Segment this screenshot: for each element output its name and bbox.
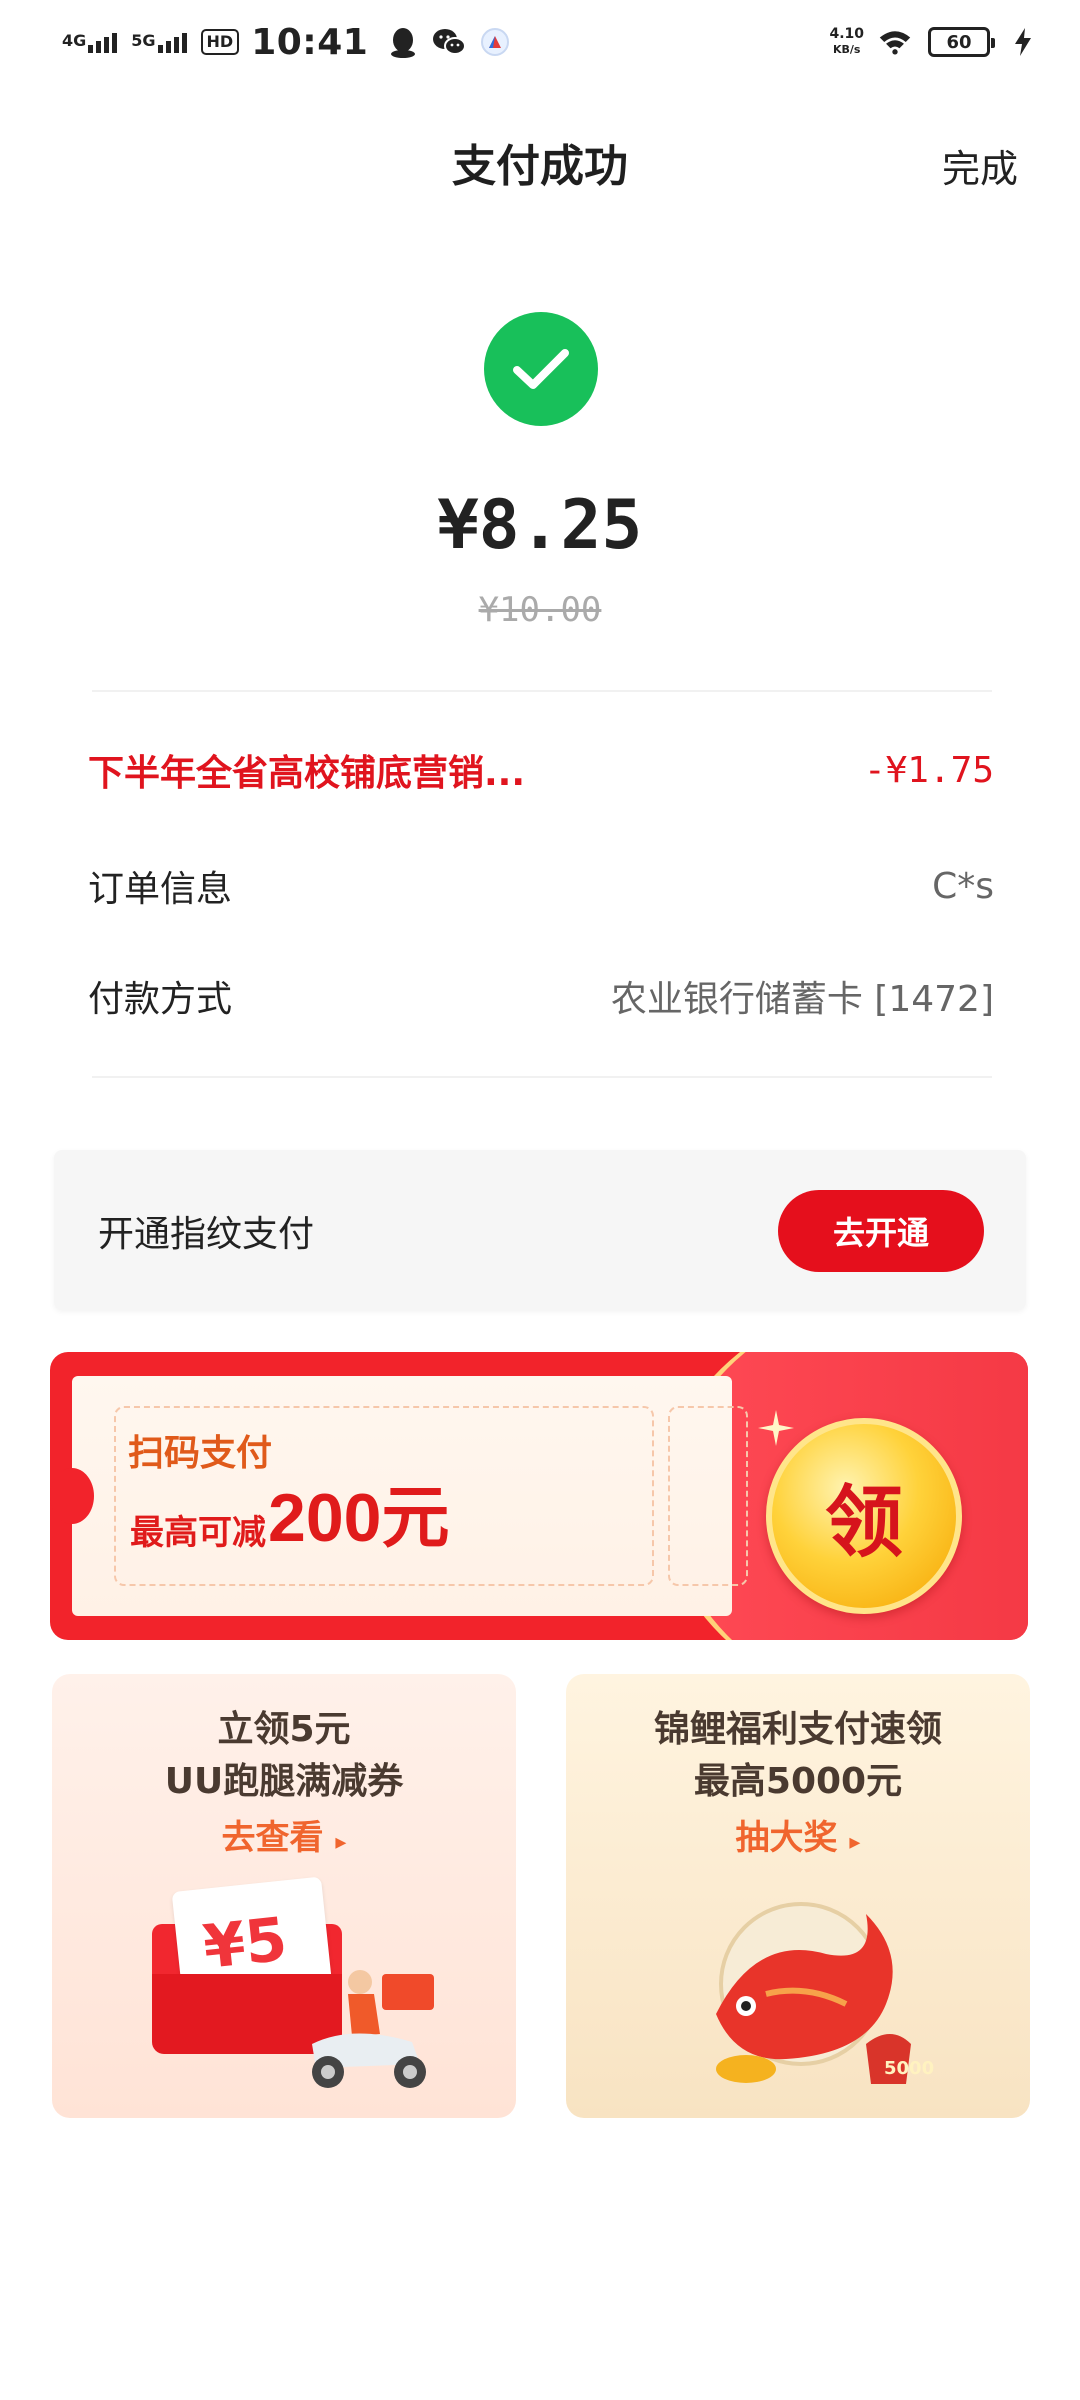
claim-coin-button[interactable]: 领 — [766, 1418, 962, 1614]
chevron-right-icon: ▸ — [335, 1830, 347, 1855]
promo-row: 下半年全省高校铺底营销... -¥1.75 — [88, 740, 994, 800]
banner-amount: 200元 — [268, 1480, 450, 1556]
network-speed-value: 4.10 — [829, 26, 864, 42]
lucky-bag-value: 5000 — [884, 2058, 935, 2079]
paid-amount: ¥8.25 — [437, 486, 643, 565]
signal-bars-icon — [157, 31, 187, 53]
success-check-icon — [484, 312, 598, 426]
koi-card-line1: 锦鲤福利支付速领 — [653, 1709, 942, 1750]
fingerprint-label: 开通指纹支付 — [98, 1214, 315, 1255]
signal-5g: 5G — [131, 31, 187, 53]
network-speed-unit: KB/s — [832, 43, 861, 56]
ticket-notch — [50, 1468, 94, 1524]
uu-card-cta[interactable]: 去查看 ▸ — [52, 1810, 516, 1859]
chevron-right-icon: ▸ — [849, 1830, 861, 1855]
claim-coin-label: 领 — [824, 1478, 903, 1568]
uu-coupon-card[interactable]: 立领5元 UU跑腿满减券 去查看 ▸ ¥5 — [52, 1674, 516, 2118]
signal-bars-icon — [88, 31, 118, 53]
fingerprint-card: 开通指纹支付 去开通 — [54, 1150, 1026, 1310]
koi-lottery-card[interactable]: 锦鲤福利支付速领 最高5000元 抽大奖 ▸ 5000 — [566, 1674, 1030, 2118]
status-left: 4G 5G HD 10:41 — [62, 20, 524, 64]
order-info-label: 订单信息 — [88, 869, 233, 910]
koi-card-cta[interactable]: 抽大奖 ▸ — [566, 1810, 1030, 1859]
done-button[interactable]: 完成 — [942, 138, 1018, 193]
payment-method-value: 农业银行储蓄卡 [1472] — [610, 979, 994, 1020]
qq-icon — [386, 25, 420, 59]
divider — [92, 690, 992, 692]
order-info-row[interactable]: 订单信息 C*s — [88, 856, 994, 916]
sparkle-icon — [758, 1410, 794, 1446]
wifi-icon — [878, 25, 912, 59]
battery-icon: 60 — [928, 27, 995, 57]
order-info-value: C*s — [932, 865, 994, 907]
banner-line2: 最高可减 200元 — [130, 1482, 449, 1554]
banner-line1: 扫码支付 — [128, 1433, 273, 1474]
hd-voice-icon: HD — [200, 29, 240, 55]
uu-card-line1: 立领5元 — [217, 1709, 351, 1750]
promo-discount: -¥1.75 — [863, 749, 994, 791]
payment-method-label: 付款方式 — [88, 979, 233, 1020]
scan-pay-promo-banner[interactable]: 扫码支付 最高可减 200元 领 — [50, 1352, 1028, 1640]
battery-level: 60 — [946, 31, 972, 53]
status-right: 4.10 KB/s 60 — [829, 22, 1040, 62]
status-bar: 4G 5G HD 10:41 4.10 KB/s 60 — [0, 0, 1080, 84]
divider — [92, 1076, 992, 1078]
network-label-5g: 5G — [131, 31, 156, 50]
charging-icon — [1006, 25, 1040, 59]
wechat-icon — [432, 25, 467, 59]
network-speed: 4.10 KB/s — [829, 27, 864, 57]
koi-card-cta-label: 抽大奖 — [735, 1818, 838, 1858]
ticket-stub — [668, 1406, 748, 1586]
clock: 10:41 — [251, 21, 369, 63]
uu-card-line2: UU跑腿满减券 — [164, 1761, 404, 1802]
coupon-value: ¥5 — [199, 1904, 291, 1983]
signal-4g: 4G — [62, 31, 118, 53]
promo-label: 下半年全省高校铺底营销... — [88, 753, 526, 794]
enable-fingerprint-button[interactable]: 去开通 — [778, 1190, 984, 1272]
payment-method-row: 付款方式 农业银行储蓄卡 [1472] — [88, 966, 994, 1026]
browser-icon — [478, 25, 512, 59]
network-label-4g: 4G — [62, 31, 87, 50]
banner-line2-prefix: 最高可减 — [130, 1513, 266, 1553]
koi-card-line2: 最高5000元 — [693, 1761, 903, 1802]
page-title: 支付成功 — [452, 141, 628, 192]
delivery-scooter-icon — [312, 1970, 434, 2088]
original-amount: ¥10.00 — [478, 590, 602, 630]
uu-card-cta-label: 去查看 — [221, 1818, 324, 1858]
